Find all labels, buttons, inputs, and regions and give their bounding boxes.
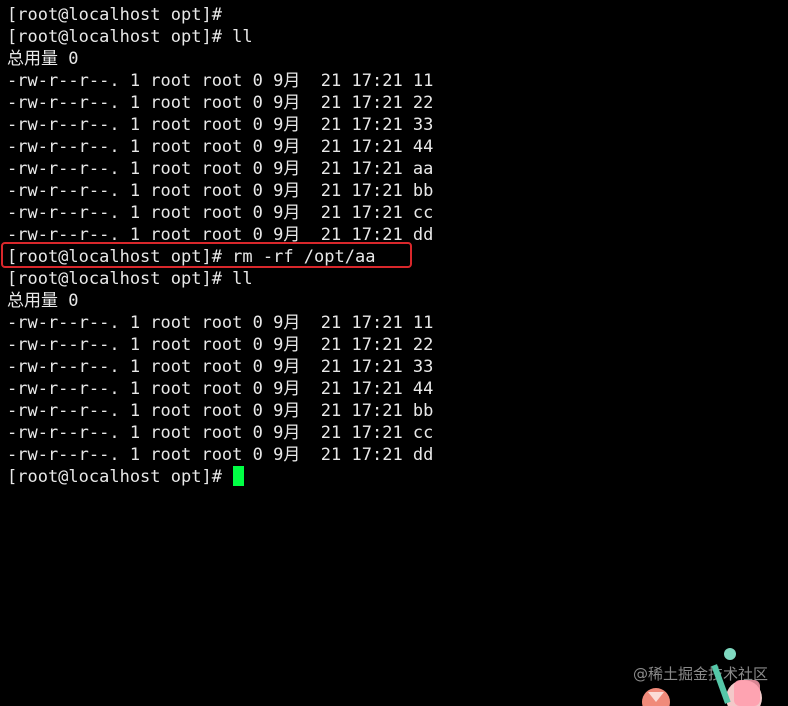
terminal-line: -rw-r--r--. 1 root root 0 9月 21 17:21 44 bbox=[7, 137, 434, 157]
terminal-line: [root@localhost opt]# ll bbox=[7, 269, 253, 289]
terminal-line: -rw-r--r--. 1 root root 0 9月 21 17:21 dd bbox=[7, 445, 434, 465]
terminal-line: -rw-r--r--. 1 root root 0 9月 21 17:21 cc bbox=[7, 203, 434, 223]
terminal-line: -rw-r--r--. 1 root root 0 9月 21 17:21 44 bbox=[7, 379, 434, 399]
terminal-line: -rw-r--r--. 1 root root 0 9月 21 17:21 bb bbox=[7, 181, 434, 201]
terminal-line: [root@localhost opt]# bbox=[7, 5, 222, 25]
terminal-line: -rw-r--r--. 1 root root 0 9月 21 17:21 11 bbox=[7, 313, 434, 333]
terminal-line: -rw-r--r--. 1 root root 0 9月 21 17:21 33 bbox=[7, 357, 434, 377]
terminal-line: [root@localhost opt]# ll bbox=[7, 27, 253, 47]
current-prompt-line[interactable]: [root@localhost opt]# bbox=[7, 466, 433, 488]
terminal-line: -rw-r--r--. 1 root root 0 9月 21 17:21 11 bbox=[7, 71, 434, 91]
terminal-line: -rw-r--r--. 1 root root 0 9月 21 17:21 22 bbox=[7, 335, 434, 355]
juejin-mascot-icon bbox=[642, 648, 762, 706]
terminal-window[interactable]: [root@localhost opt]# [root@localhost op… bbox=[0, 0, 788, 706]
shell-prompt: [root@localhost opt]# bbox=[7, 467, 233, 487]
terminal-line: 总用量 0 bbox=[7, 49, 79, 69]
terminal-line: -rw-r--r--. 1 root root 0 9月 21 17:21 cc bbox=[7, 423, 434, 443]
terminal-line: -rw-r--r--. 1 root root 0 9月 21 17:21 33 bbox=[7, 115, 434, 135]
terminal-line: -rw-r--r--. 1 root root 0 9月 21 17:21 bb bbox=[7, 401, 434, 421]
highlight-box bbox=[1, 242, 412, 268]
terminal-line: 总用量 0 bbox=[7, 291, 79, 311]
text-cursor bbox=[233, 466, 245, 486]
terminal-line: -rw-r--r--. 1 root root 0 9月 21 17:21 22 bbox=[7, 93, 434, 113]
terminal-line: -rw-r--r--. 1 root root 0 9月 21 17:21 aa bbox=[7, 159, 434, 179]
